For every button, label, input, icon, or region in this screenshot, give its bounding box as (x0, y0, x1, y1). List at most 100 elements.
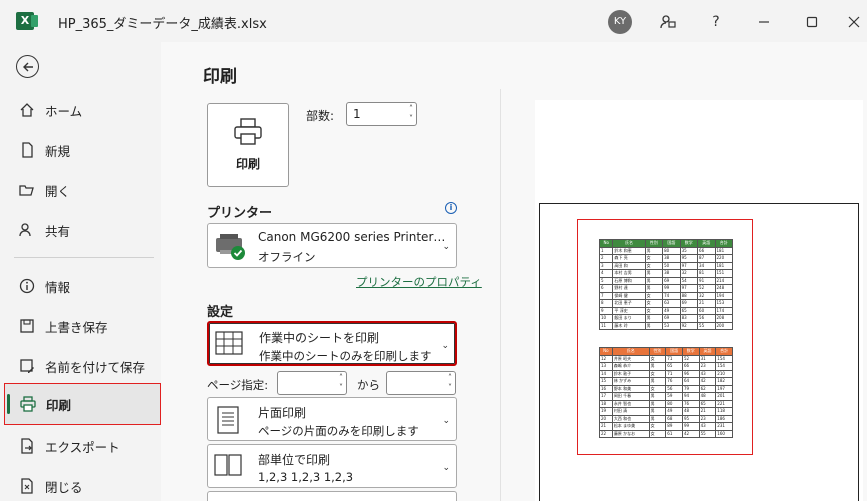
home-icon (18, 101, 36, 119)
preview-cell: 69 (662, 276, 681, 285)
next-setting-dropdown[interactable] (207, 491, 457, 501)
print-preview: No 氏名 性別 国語 数学 英語 合計 1 鈴木 和恵男 80 35 66 181 2 森下 亮女 38 9… (535, 100, 863, 501)
preview-cell: 大西 和也 (611, 414, 650, 423)
nav-share[interactable]: 共有 (4, 210, 161, 250)
nav-home[interactable]: ホーム (4, 90, 161, 130)
spin-arrows-icon[interactable]: ˄ ˅ (339, 373, 343, 393)
nav-open[interactable]: 開く (4, 170, 161, 210)
help-icon[interactable]: ? (705, 11, 727, 33)
printer-device-icon (214, 232, 245, 260)
printer-properties-link[interactable]: プリンターのプロパティ (356, 274, 482, 290)
preview-cell: 56 (697, 314, 716, 323)
preview-cell: 49 (665, 407, 683, 416)
preview-cell: 88 (679, 291, 699, 300)
feedback-icon[interactable] (657, 11, 679, 33)
preview-cell: 保崎 健 (612, 291, 646, 300)
nav-save[interactable]: 上書き保存 (4, 306, 161, 346)
preview-cell: 女 (648, 354, 667, 363)
preview-cell: 154 (715, 354, 733, 363)
nav-export[interactable]: エクスポート (4, 426, 161, 466)
preview-cell: 21 (599, 422, 613, 431)
preview-cell: 59 (665, 392, 683, 401)
preview-cell: 186 (715, 414, 733, 423)
table-row: 16 野本 和美女 56 79 62 197 (599, 384, 733, 393)
printer-section-title: プリンター (207, 206, 273, 221)
nav-print[interactable]: 印刷 (4, 383, 161, 425)
preview-cell: 95 (679, 254, 699, 263)
preview-cell: 99 (681, 422, 700, 431)
preview-cell: 男 (648, 362, 667, 371)
preview-cell: 永井 智也 (611, 399, 650, 408)
nav-label: 情報 (45, 279, 71, 295)
preview-header-cell: 性別 (648, 347, 667, 356)
preview-cell: 71 (665, 354, 683, 363)
preview-cell: 153 (714, 299, 733, 308)
print-scope-dropdown[interactable]: 作業中のシートを印刷 作業中のシートのみを印刷します ⌄ (207, 321, 457, 366)
preview-header-cell: 国語 (662, 239, 681, 248)
table-row: 22 藤原 かなお女 61 42 55 160 (599, 429, 733, 438)
preview-header-cell: 国語 (665, 347, 683, 356)
preview-cell: 52 (697, 284, 716, 293)
collate-dropdown[interactable]: 部単位で印刷 1,2,3 1,2,3 1,2,3 ⌄ (207, 444, 457, 488)
setting-desc: 1,2,3 1,2,3 1,2,3 (258, 470, 354, 484)
preview-cell: 34 (697, 261, 716, 270)
nav-label: 印刷 (46, 397, 72, 413)
preview-cell: 42 (698, 377, 717, 386)
preview-cell: 井原 昭夫 (611, 354, 650, 363)
collated-icon (214, 453, 244, 481)
preview-header-cell: 合計 (715, 347, 733, 356)
share-icon (18, 221, 36, 239)
table-row: 7 保崎 健女 74 88 32 194 (598, 291, 733, 300)
spin-arrows-icon[interactable]: ˄ ˅ (448, 373, 452, 393)
setting-title: 作業中のシートを印刷 (259, 331, 380, 345)
preview-cell: 97 (679, 284, 699, 293)
preview-cell: 174 (714, 306, 733, 315)
table-row: 19 村田 清男 49 48 21 118 (599, 407, 733, 416)
preview-cell: 男 (648, 392, 667, 401)
print-button[interactable]: 印刷 (207, 103, 289, 187)
print-pane: 印刷 印刷 部数: 1 ˄ ˅ プリンター i Canon MG6200 seri… (161, 42, 867, 501)
avatar[interactable]: KY (608, 10, 632, 34)
preview-cell: 男 (644, 269, 664, 278)
preview-cell: 89 (665, 422, 683, 431)
preview-cell: 8 (598, 299, 614, 308)
preview-cell: 女 (648, 429, 667, 438)
preview-page: No 氏名 性別 国語 数学 英語 合計 1 鈴木 和恵男 80 35 66 181 2 森下 亮女 38 9… (539, 203, 859, 501)
nav-info[interactable]: 情報 (4, 266, 161, 306)
preview-cell: 北田 恵子 (612, 299, 646, 308)
pages-from-input[interactable]: ˄ ˅ (277, 371, 347, 395)
table-row: 1 鈴木 和恵男 80 35 66 181 (598, 246, 733, 255)
spin-arrows-icon[interactable]: ˄ ˅ (409, 104, 413, 124)
preview-cell: 女 (644, 291, 664, 300)
preview-cell: 男 (644, 276, 664, 285)
preview-cell: 66 (681, 362, 700, 371)
maximize-icon[interactable] (801, 11, 823, 33)
preview-cell: 60 (697, 306, 716, 315)
table-row: 18 永井 智也男 80 76 65 221 (599, 399, 733, 408)
preview-cell: 31 (698, 354, 717, 363)
printer-name: Canon MG6200 series Printer… (258, 230, 446, 244)
printer-dropdown[interactable]: Canon MG6200 series Printer… オフライン ⌄ (207, 223, 457, 268)
preview-cell: 23 (698, 362, 717, 371)
window-title: HP_365_ダミーデータ_成績表.xlsx (58, 17, 267, 32)
minimize-icon[interactable] (753, 11, 775, 33)
info-icon[interactable]: i (445, 202, 457, 214)
preview-cell: 平 淳史 (612, 306, 646, 315)
sides-dropdown[interactable]: 片面印刷 ページの片面のみを印刷します ⌄ (207, 397, 457, 441)
new-document-icon (18, 141, 36, 159)
preview-cell: 野本 和美 (611, 384, 650, 393)
copies-stepper[interactable]: 1 ˄ ˅ (346, 102, 417, 126)
pages-to-input[interactable]: ˄ ˅ (386, 371, 456, 395)
save-as-icon (18, 357, 36, 375)
preview-cell: 35 (679, 246, 699, 255)
preview-cell: 87 (697, 254, 716, 263)
back-arrow-icon[interactable] (16, 55, 39, 78)
nav-new[interactable]: 新規 (4, 130, 161, 170)
preview-cell: 32 (679, 269, 699, 278)
nav-save-as[interactable]: 名前を付けて保存 (4, 346, 161, 386)
close-icon[interactable] (843, 11, 865, 33)
backstage-nav: ホーム 新規 開く 共有 情報 上書き保存 名前を付けて保存 印刷 エクスポート… (0, 42, 161, 501)
nav-close[interactable]: 閉じる (4, 466, 161, 501)
nav-label: 上書き保存 (45, 319, 108, 335)
table-row: 5 石原 博和男 69 54 91 214 (598, 276, 733, 285)
